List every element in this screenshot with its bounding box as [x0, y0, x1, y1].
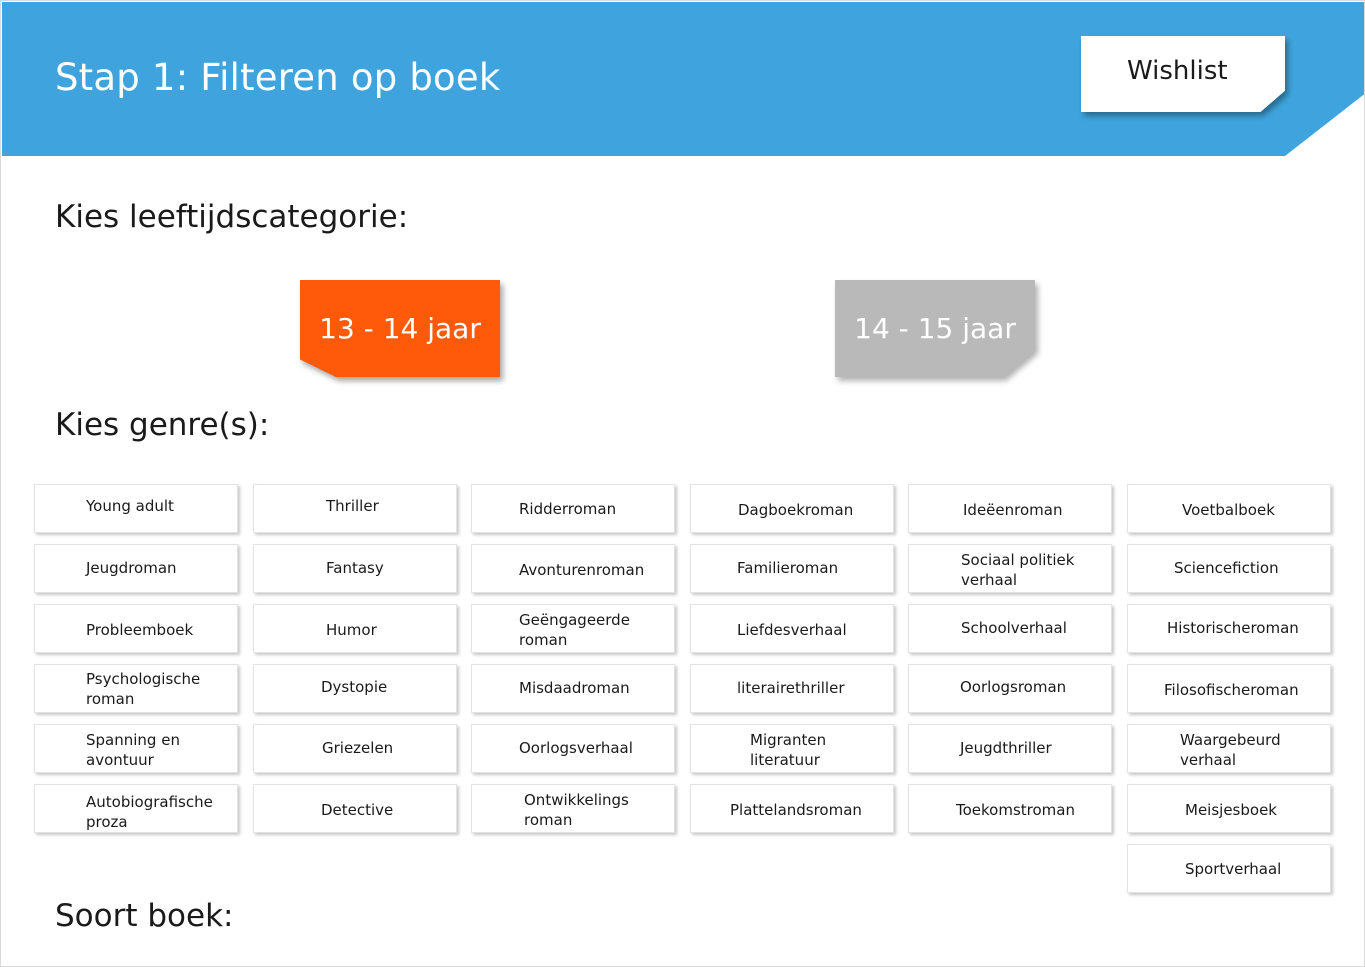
genre-button[interactable]: Toekomstroman [908, 784, 1112, 833]
genre-button[interactable]: Sportverhaal [1127, 844, 1331, 893]
genre-label: Humor [326, 621, 377, 639]
genre-button[interactable]: Ideëenroman [908, 484, 1112, 533]
genre-label: Oorlogsroman [960, 678, 1067, 696]
genre-button[interactable]: Psychologische roman [34, 664, 238, 713]
genre-label: Ridderroman [519, 500, 617, 518]
genre-button[interactable]: Autobiografische proza [34, 784, 238, 833]
genre-label: Psychologische roman [86, 670, 201, 708]
genre-button[interactable]: Spanning en avontuur [34, 724, 238, 773]
genre-button[interactable]: Jeugdroman [34, 544, 238, 593]
genre-button[interactable]: Jeugdthriller [908, 724, 1112, 773]
genre-label: Dystopie [321, 678, 388, 696]
genre-section-title: Kies genre(s): [55, 407, 270, 443]
age-option-14-15-wrapper: 14 - 15 jaar [835, 280, 1035, 377]
genre-label: Sciencefiction [1174, 559, 1279, 577]
genre-button[interactable]: Avonturenroman [471, 544, 675, 593]
genre-button[interactable]: Sciencefiction [1127, 544, 1331, 593]
genre-label: Fantasy [326, 559, 384, 577]
genre-label: Sociaal politiek verhaal [961, 551, 1075, 589]
genre-button[interactable]: Familieroman [690, 544, 894, 593]
genre-button[interactable]: Voetbalboek [1127, 484, 1331, 533]
genre-label: Griezelen [322, 739, 394, 757]
genre-button[interactable]: Geëngageerde roman [471, 604, 675, 653]
genre-button[interactable]: Meisjesboek [1127, 784, 1331, 833]
genre-button[interactable]: Schoolverhaal [908, 604, 1112, 653]
genre-label: Plattelandsroman [730, 801, 862, 819]
genre-label: Voetbalboek [1182, 501, 1275, 519]
genre-button[interactable]: Dystopie [253, 664, 457, 713]
genre-button[interactable]: Thriller [253, 484, 457, 533]
genre-button[interactable]: Waargebeurd verhaal [1127, 724, 1331, 773]
genre-button[interactable]: Liefdesverhaal [690, 604, 894, 653]
age-option-13-14-wrapper: 13 - 14 jaar [300, 280, 500, 377]
wishlist-button-wrapper: Wishlist [1081, 36, 1289, 116]
genre-button[interactable]: Filosofischeroman [1127, 664, 1331, 713]
wishlist-button[interactable]: Wishlist [1081, 36, 1285, 112]
genre-label: Jeugdroman [86, 559, 177, 577]
genre-label: Dagboekroman [738, 501, 854, 519]
age-section-title: Kies leeftijdscategorie: [55, 199, 409, 235]
genre-label: Geëngageerde roman [519, 611, 630, 649]
genre-button[interactable]: Plattelandsroman [690, 784, 894, 833]
genre-label: Ontwikkelings roman [524, 791, 629, 829]
genre-label: Liefdesverhaal [737, 621, 847, 639]
genre-button[interactable]: Oorlogsverhaal [471, 724, 675, 773]
genre-label: Waargebeurd verhaal [1180, 731, 1281, 769]
genre-button[interactable]: Ontwikkelings roman [471, 784, 675, 833]
genre-label: Spanning en avontuur [86, 731, 180, 769]
genre-button[interactable]: Sociaal politiek verhaal [908, 544, 1112, 593]
genre-button[interactable]: Historischeroman [1127, 604, 1331, 653]
genre-button[interactable]: Migranten literatuur [690, 724, 894, 773]
genre-label: Familieroman [737, 559, 839, 577]
genre-label: Sportverhaal [1185, 860, 1282, 878]
genre-button[interactable]: Fantasy [253, 544, 457, 593]
genre-button[interactable]: Oorlogsroman [908, 664, 1112, 713]
genre-button[interactable]: Misdaadroman [471, 664, 675, 713]
genre-label: Migranten literatuur [750, 731, 827, 769]
genre-button[interactable]: Dagboekroman [690, 484, 894, 533]
genre-label: Toekomstroman [956, 801, 1075, 819]
genre-button[interactable]: Griezelen [253, 724, 457, 773]
genre-label: Autobiografische proza [86, 793, 213, 831]
genre-label: Schoolverhaal [961, 619, 1067, 637]
genre-label: Filosofischeroman [1164, 681, 1299, 699]
genre-label: Ideëenroman [963, 501, 1063, 519]
genre-label: Probleemboek [86, 621, 194, 639]
genre-label: literairethriller [737, 679, 845, 697]
genre-label: Detective [321, 801, 394, 819]
genre-button[interactable]: literairethriller [690, 664, 894, 713]
genre-label: Avonturenroman [519, 561, 645, 579]
page-title: Stap 1: Filteren op boek [55, 56, 501, 99]
genre-label: Historischeroman [1167, 619, 1299, 637]
age-option-14-15-button[interactable]: 14 - 15 jaar [835, 280, 1035, 377]
genre-label: Jeugdthriller [960, 739, 1052, 757]
genre-label: Thriller [326, 497, 379, 515]
genre-label: Young adult [86, 497, 174, 515]
genre-label: Misdaadroman [519, 679, 630, 697]
genre-button[interactable]: Probleemboek [34, 604, 238, 653]
genre-button[interactable]: Young adult [34, 484, 238, 533]
age-option-13-14-button[interactable]: 13 - 14 jaar [300, 280, 500, 377]
genre-label: Meisjesboek [1185, 801, 1277, 819]
book-type-section-title: Soort boek: [55, 898, 234, 934]
genre-button[interactable]: Ridderroman [471, 484, 675, 533]
genre-label: Oorlogsverhaal [519, 739, 633, 757]
genre-button[interactable]: Humor [253, 604, 457, 653]
genre-button[interactable]: Detective [253, 784, 457, 833]
